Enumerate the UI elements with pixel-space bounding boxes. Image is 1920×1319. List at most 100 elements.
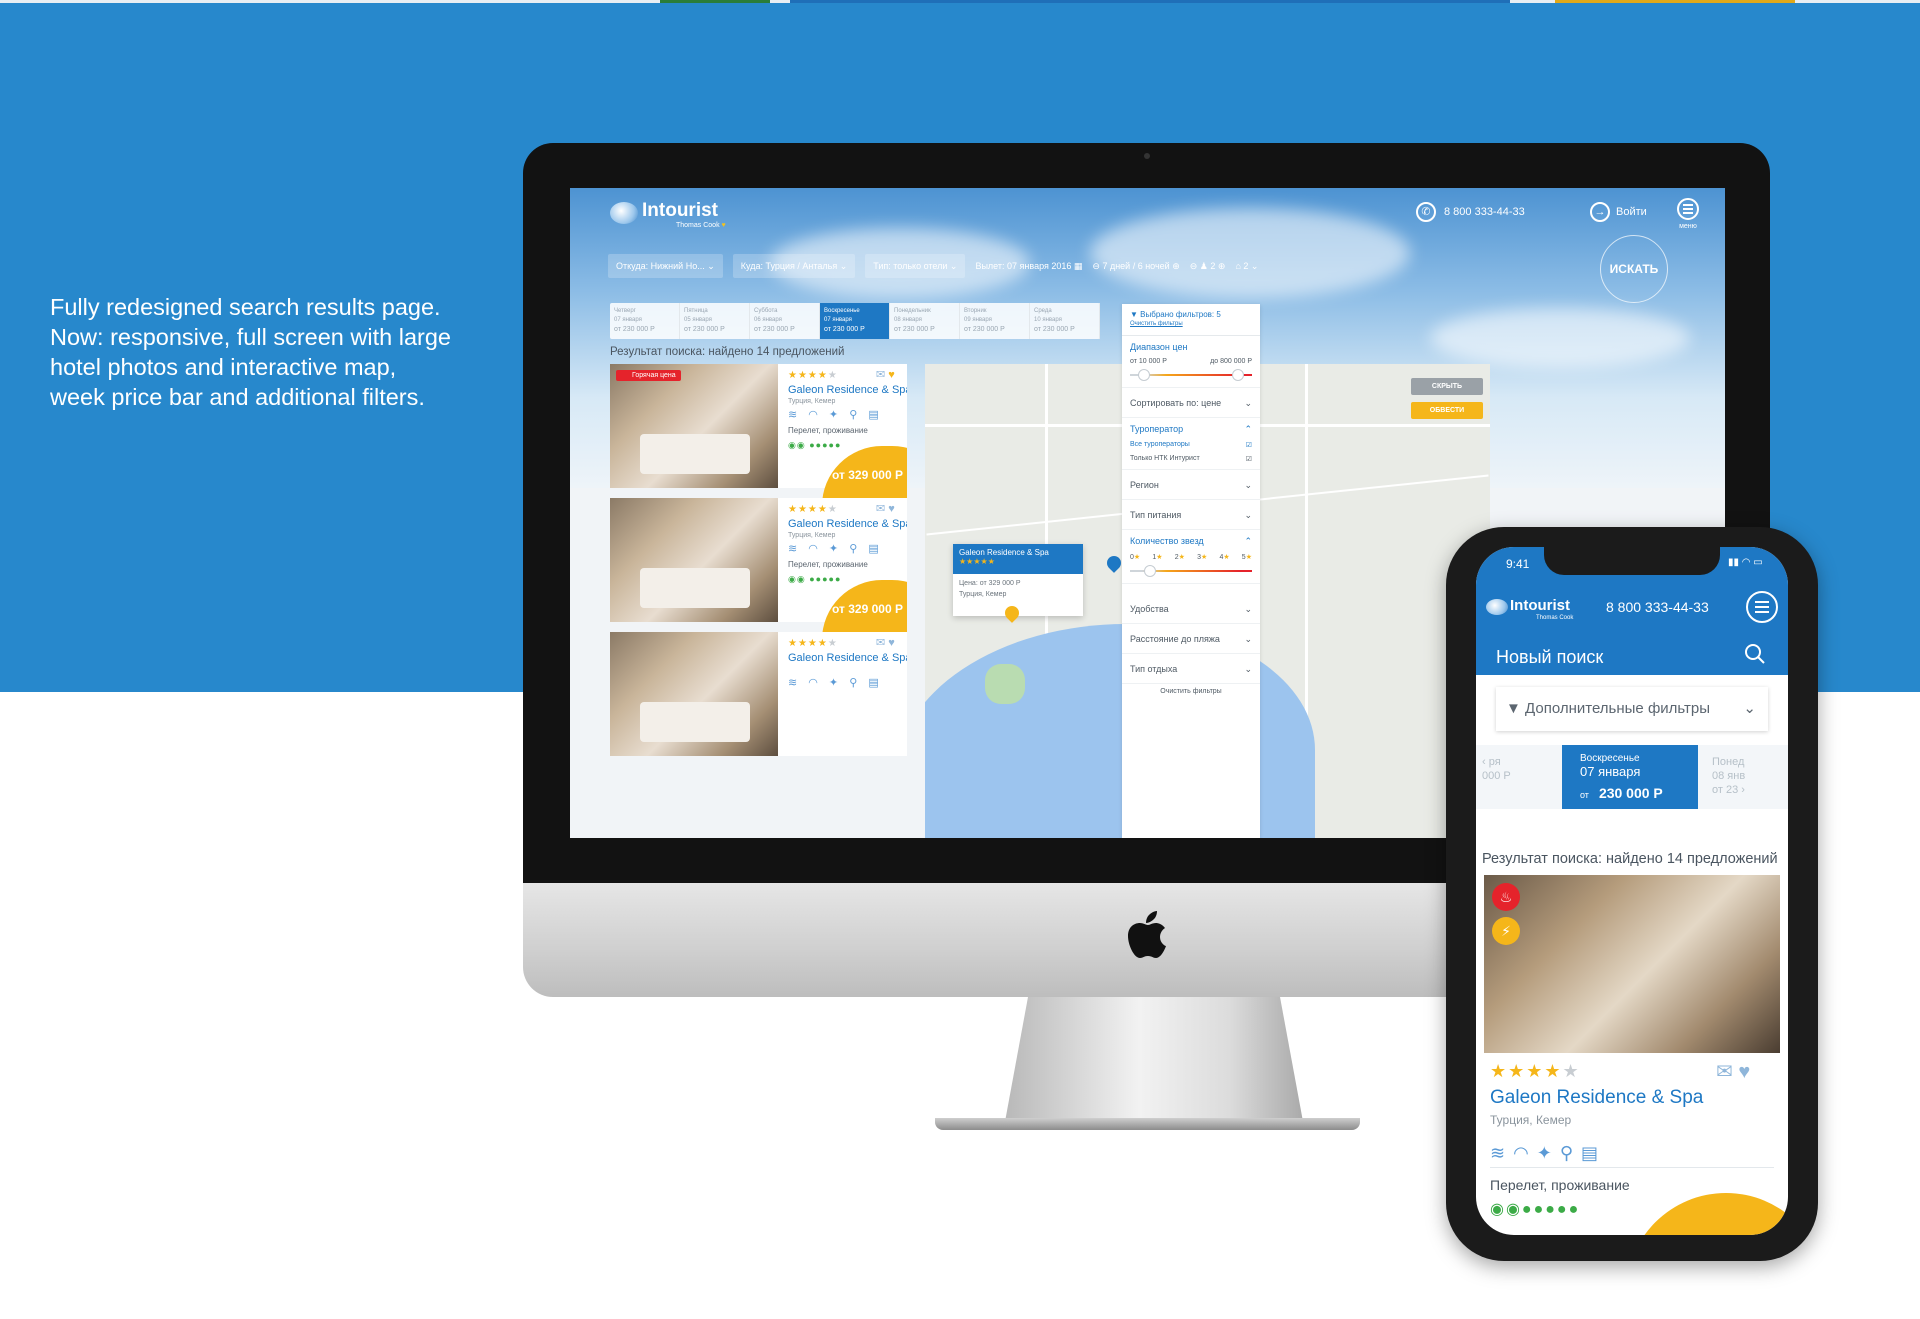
phone-number[interactable]: 8 800 333-44-33 bbox=[1606, 599, 1709, 615]
star-rating: ★★★★★ bbox=[1490, 1061, 1581, 1081]
menu-label: меню bbox=[1679, 223, 1697, 230]
to-select[interactable]: Куда: Турция / Анталья ⌄ bbox=[732, 254, 856, 278]
hotel-photo[interactable] bbox=[610, 498, 778, 622]
sort-select[interactable]: Сортировать по: цене ⌄ bbox=[1122, 388, 1260, 418]
imac-stand bbox=[1004, 997, 1304, 1127]
mail-icon[interactable]: ✉ bbox=[876, 637, 885, 649]
hotel-name[interactable]: Galeon Residence & Spa bbox=[788, 518, 907, 530]
week-day[interactable]: Суббота 06 января от 230 000 Р bbox=[750, 303, 820, 339]
rest-type-select[interactable]: Тип отдыха ⌄ bbox=[1122, 654, 1260, 684]
list-fade bbox=[610, 764, 907, 838]
check-icon: ☑ bbox=[1245, 442, 1252, 449]
divider bbox=[1490, 1167, 1774, 1168]
filters-header[interactable]: ▼ Выбрано фильтров: 5 Очистить фильтры bbox=[1122, 304, 1260, 336]
chevron-down-icon: ⌄ bbox=[1244, 398, 1252, 408]
favorite-icon[interactable]: ♥ bbox=[888, 369, 895, 381]
imac-foot bbox=[935, 1118, 1360, 1130]
amenities-icons: ≋ ◠ ✦ ⚲ ▤ bbox=[788, 543, 883, 555]
hotel-photo[interactable]: ♨ ⚡ bbox=[1484, 875, 1780, 1053]
hotel-price[interactable]: от 329 000 Р bbox=[832, 468, 903, 482]
tourists-stepper[interactable]: ⊖ ♟ 2 ⊕ bbox=[1190, 261, 1226, 272]
operator-option[interactable]: Только НТК Интурист ☑ bbox=[1130, 455, 1252, 463]
chevron-down-icon: ⌄ bbox=[1244, 664, 1252, 674]
hotel-card[interactable]: Горячая цена ★★★★★ ✉ ♥ Galeon Residence … bbox=[610, 364, 907, 536]
price-slider[interactable] bbox=[1130, 369, 1252, 381]
menu-icon bbox=[1677, 198, 1699, 220]
type-select[interactable]: Тип: только отели ⌄ bbox=[865, 254, 966, 278]
amenities-select[interactable]: Удобства ⌄ bbox=[1122, 594, 1260, 624]
hide-map-button[interactable]: СКРЫТЬ bbox=[1411, 378, 1483, 395]
new-search-label[interactable]: Новый поиск bbox=[1496, 647, 1603, 668]
globe-icon bbox=[1486, 599, 1508, 615]
week-day-selected[interactable]: Воскресенье 07 января от 230 000 Р bbox=[820, 303, 890, 339]
login-button[interactable]: → Войти bbox=[1590, 202, 1647, 222]
operator-option[interactable]: Все туроператоры ☑ bbox=[1130, 441, 1252, 449]
mail-icon[interactable]: ✉ bbox=[876, 369, 885, 381]
caption-line: Now: responsive, full screen with large bbox=[50, 324, 451, 350]
site-header: Intourist Thomas Cook ♥ ✆ 8 800 333-44-3… bbox=[570, 188, 1725, 248]
filter-icon: ▼ bbox=[1130, 310, 1138, 319]
departure-field[interactable]: Вылет: 07 января 2016 ▦ bbox=[975, 261, 1082, 272]
clear-filters-bottom[interactable]: Очистить фильтры bbox=[1122, 684, 1260, 695]
amenities-icons: ≋ ◠ ✦ ⚲ ▤ bbox=[788, 677, 883, 689]
search-button[interactable]: ИСКАТЬ bbox=[1600, 235, 1668, 303]
hotel-price[interactable]: от 329 000 Р bbox=[832, 602, 903, 616]
chevron-down-icon: ⌄ bbox=[1244, 510, 1252, 520]
check-icon: ☑ bbox=[1245, 456, 1252, 463]
menu-button[interactable]: меню bbox=[1677, 198, 1699, 230]
hotel-name[interactable]: Galeon Residence & Spa bbox=[788, 384, 907, 396]
meal-select[interactable]: Тип питания ⌄ bbox=[1122, 500, 1260, 530]
rooms-select[interactable]: ⌂ 2 ⌄ bbox=[1235, 261, 1258, 272]
beach-distance-select[interactable]: Расстояние до пляжа ⌄ bbox=[1122, 624, 1260, 654]
selected-day[interactable]: Воскресенье 07 января от 230 000 Р bbox=[1562, 745, 1698, 809]
hotel-name[interactable]: Galeon Residence & Spa bbox=[1490, 1087, 1703, 1109]
mobile-screen: 9:41 ▮▮ ◠ ▭ Intourist Thomas Cook 8 800 … bbox=[1476, 547, 1788, 1235]
fire-icon: ♨ bbox=[1492, 883, 1520, 911]
favorite-icon[interactable]: ♥ bbox=[1738, 1061, 1750, 1083]
week-day[interactable]: Четверг 07 января от 230 000 Р bbox=[610, 303, 680, 339]
price-range-filter: Диапазон цен от 10 000 Рдо 800 000 Р bbox=[1122, 336, 1260, 388]
hotel-name[interactable]: Galeon Residence & Spa bbox=[788, 652, 907, 664]
amenities-icons: ≋ ◠ ✦ ⚲ ▤ bbox=[788, 409, 883, 421]
included-services: Перелет, проживание bbox=[788, 560, 868, 569]
from-select[interactable]: Откуда: Нижний Но... ⌄ bbox=[608, 254, 723, 278]
phone-link[interactable]: ✆ 8 800 333-44-33 bbox=[1416, 202, 1525, 222]
popup-price: Цена: от 329 000 Р bbox=[959, 580, 1021, 587]
filter-icon: ▼ bbox=[1506, 700, 1521, 717]
login-icon: → bbox=[1590, 202, 1610, 222]
caption: Fully redesigned search results page. No… bbox=[50, 292, 470, 412]
amenities-icons: ≋◠✦⚲▤ bbox=[1490, 1143, 1607, 1163]
favorite-icon[interactable]: ♥ bbox=[888, 637, 895, 649]
hotel-photo[interactable] bbox=[610, 632, 778, 756]
additional-filters-dropdown[interactable]: ▼ Дополнительные фильтры ⌄ bbox=[1496, 687, 1768, 731]
region-select[interactable]: Регион ⌄ bbox=[1122, 470, 1260, 500]
stars-slider[interactable] bbox=[1130, 565, 1252, 577]
brand-name: Intourist bbox=[642, 200, 718, 221]
chevron-down-icon: ⌄ bbox=[1743, 700, 1756, 717]
week-day[interactable]: Пятница 05 января от 230 000 Р bbox=[680, 303, 750, 339]
hotel-photo[interactable] bbox=[610, 364, 778, 488]
hotel-card[interactable]: ★★★★★ ✉ ♥ Galeon Residence & Spa ≋ ◠ ✦ ⚲… bbox=[610, 632, 907, 756]
menu-icon[interactable] bbox=[1746, 591, 1778, 623]
brand-sub: Thomas Cook bbox=[1536, 615, 1574, 621]
hotel-card[interactable]: ★★★★★ ✉ ♥ Galeon Residence & Spa Турция,… bbox=[610, 498, 907, 670]
mail-icon[interactable]: ✉ bbox=[876, 503, 885, 515]
search-icon[interactable] bbox=[1744, 643, 1766, 665]
week-day[interactable]: Среда 10 января от 230 000 Р bbox=[1030, 303, 1100, 339]
next-day[interactable]: Понед 08 янв от 23 › bbox=[1712, 755, 1745, 797]
week-day[interactable]: Понедельник 08 января от 230 000 Р bbox=[890, 303, 960, 339]
caption-line: Fully redesigned search results page. bbox=[50, 294, 441, 320]
mail-icon[interactable]: ✉ bbox=[1716, 1061, 1733, 1083]
card-actions: ✉ ♥ bbox=[876, 502, 895, 515]
caption-line: hotel photos and interactive map, bbox=[50, 354, 397, 380]
outline-area-button[interactable]: ОБВЕСТИ bbox=[1411, 402, 1483, 419]
tripadvisor-rating-icon: ◉◉ ●●●●● bbox=[788, 440, 842, 450]
prev-day[interactable]: ‹ ря 000 Р bbox=[1482, 755, 1511, 783]
map-hotel-popup[interactable]: Galeon Residence & Spa ★★★★★ Цена: от 329… bbox=[953, 544, 1083, 616]
duration-stepper[interactable]: ⊖ 7 дней / 6 ночей ⊕ bbox=[1092, 261, 1179, 272]
week-day[interactable]: Вторник 09 января от 230 000 Р bbox=[960, 303, 1030, 339]
clear-filters-link[interactable]: Очистить фильтры bbox=[1130, 321, 1252, 327]
favorite-icon[interactable]: ♥ bbox=[888, 503, 895, 515]
chevron-down-icon: ⌄ bbox=[1244, 634, 1252, 644]
map-pin-icon[interactable] bbox=[1104, 553, 1124, 573]
